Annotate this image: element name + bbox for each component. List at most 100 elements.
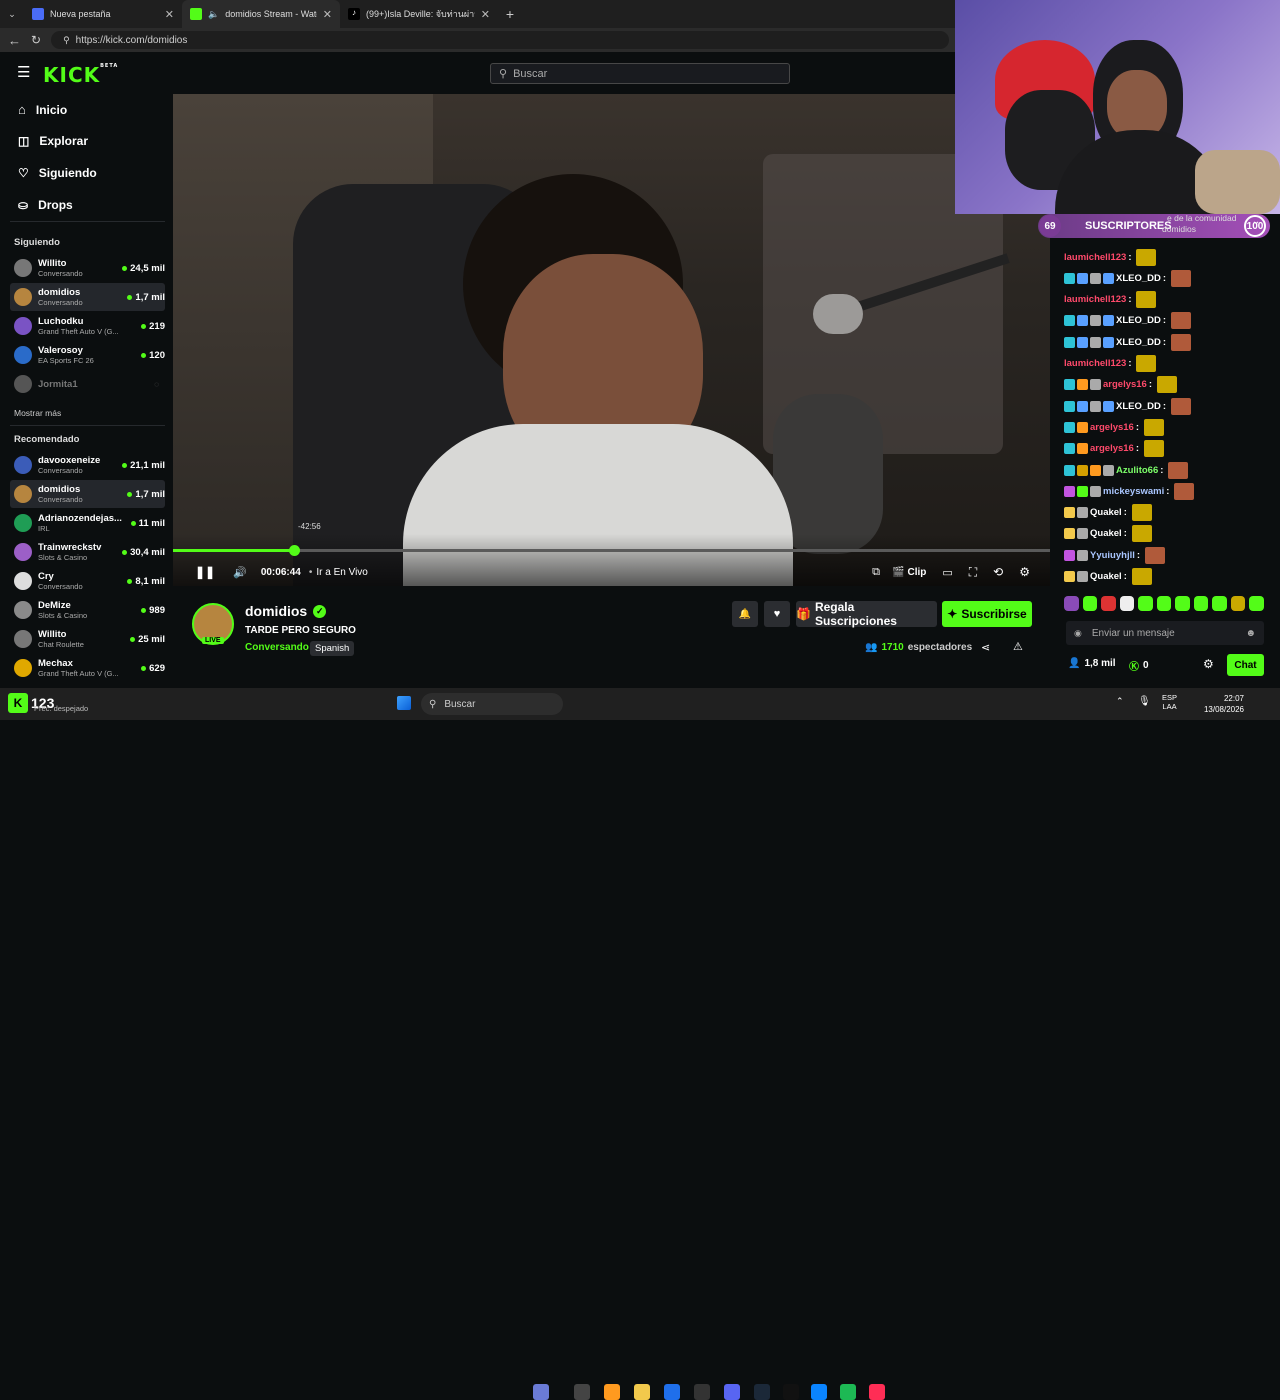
tiktok-icon[interactable] bbox=[869, 1384, 885, 1400]
chat-username[interactable]: XLEO_DD bbox=[1116, 273, 1161, 284]
chat-message[interactable]: Quakel: bbox=[1064, 525, 1152, 543]
chat-username[interactable]: Yyuiuyhjll bbox=[1090, 550, 1135, 561]
clock[interactable]: 22:07 13/08/2026 bbox=[1196, 693, 1244, 715]
sidebar-channel-luchodku[interactable]: Luchodku Grand Theft Auto V (G... 219 bbox=[10, 312, 165, 340]
language-indicator[interactable]: ESP LAA bbox=[1162, 693, 1177, 711]
chat-username[interactable]: XLEO_DD bbox=[1116, 315, 1161, 326]
nvidia-icon[interactable] bbox=[783, 1384, 799, 1400]
pause-icon[interactable]: ❚❚ bbox=[195, 565, 215, 579]
new-tab-plus-icon[interactable]: + bbox=[498, 0, 522, 28]
theater-mode-icon[interactable]: ▭ bbox=[942, 566, 952, 579]
chat-message[interactable]: XLEO_DD: bbox=[1064, 269, 1192, 287]
microphone-icon[interactable]: 🎙 bbox=[1138, 696, 1151, 707]
browser-tab-new[interactable]: Nueva pestaña ✕ bbox=[24, 0, 182, 28]
url-field[interactable]: ⚲ https://kick.com/domidios bbox=[51, 31, 949, 49]
close-tab-icon[interactable]: ✕ bbox=[481, 8, 490, 21]
kicks-count[interactable]: Ⓚ 0 bbox=[1129, 658, 1149, 673]
chat-message[interactable]: Yyuiuyhjll: bbox=[1064, 546, 1166, 564]
chat-username[interactable]: mickeyswami bbox=[1103, 486, 1164, 497]
chat-username[interactable]: Quakel bbox=[1090, 507, 1122, 518]
search-input[interactable]: ⚲ Buscar bbox=[490, 63, 790, 84]
sidebar-channel-adrianozendejas[interactable]: Adrianozendejas... IRL 11 mil bbox=[10, 509, 165, 537]
close-tab-icon[interactable]: ✕ bbox=[323, 8, 332, 21]
speaker-icon[interactable]: 🔈 bbox=[208, 9, 219, 20]
spotify-icon[interactable] bbox=[840, 1384, 856, 1400]
sidebar-channel-davooxeneize[interactable]: davooxeneize Conversando 21,1 mil bbox=[10, 451, 165, 479]
emote-icon[interactable] bbox=[1212, 596, 1227, 611]
emote-icon[interactable] bbox=[1230, 596, 1246, 611]
chat-username[interactable]: laumichell123 bbox=[1064, 252, 1126, 263]
nav-item-inicio[interactable]: ⌂ Inicio bbox=[18, 102, 67, 117]
chat-username[interactable]: laumichell123 bbox=[1064, 358, 1126, 369]
settings-gear-icon[interactable]: ⚙ bbox=[1019, 565, 1030, 579]
tab-list-chevron-icon[interactable]: ⌄ bbox=[0, 0, 24, 28]
video-player[interactable]: -42:56 bbox=[173, 94, 1050, 586]
store-icon[interactable] bbox=[664, 1384, 680, 1400]
mini-player-icon[interactable]: ⧉ bbox=[872, 566, 880, 579]
github-icon[interactable] bbox=[694, 1384, 710, 1400]
channel-name[interactable]: domidios bbox=[245, 603, 307, 619]
nav-item-drops[interactable]: ⛀ Drops bbox=[18, 198, 73, 212]
close-tab-icon[interactable]: ✕ bbox=[165, 8, 174, 21]
sidebar-channel-willito[interactable]: Willito Chat Roulette 25 mil bbox=[10, 625, 165, 653]
chat-username[interactable]: Azulito66 bbox=[1116, 465, 1158, 476]
hamburger-menu-icon[interactable]: ☰ bbox=[17, 65, 30, 80]
windows-start-icon[interactable] bbox=[397, 696, 411, 710]
send-chat-button[interactable]: Chat bbox=[1227, 654, 1264, 676]
sidebar-channel-demize[interactable]: DeMize Slots & Casino 989 bbox=[10, 596, 165, 624]
site-info-icon[interactable]: ⚲ bbox=[63, 35, 70, 46]
subscribe-button[interactable]: ✦ Suscribirse bbox=[942, 601, 1032, 627]
emote-icon[interactable] bbox=[1249, 596, 1265, 611]
sidebar-channel-willito[interactable]: Willito Conversando 24,5 mil bbox=[10, 254, 165, 282]
sidebar-channel-mechax[interactable]: Mechax Grand Theft Auto V (G... 629 bbox=[10, 654, 165, 682]
chat-message[interactable]: laumichell123: bbox=[1064, 355, 1157, 373]
copilot-icon[interactable] bbox=[604, 1384, 620, 1400]
emote-icon[interactable] bbox=[1138, 596, 1153, 611]
clip-icon[interactable]: 🎬 bbox=[892, 567, 904, 578]
chat-message[interactable]: laumichell123: bbox=[1064, 248, 1157, 266]
sidebar-channel-cry[interactable]: Cry Conversando 8,1 mil bbox=[10, 567, 165, 595]
games-icon[interactable] bbox=[533, 1384, 549, 1400]
steam-icon[interactable] bbox=[754, 1384, 770, 1400]
sidebar-channel-trainwreckstv[interactable]: Trainwreckstv Slots & Casino 30,4 mil bbox=[10, 538, 165, 566]
chat-message[interactable]: argelys16: bbox=[1064, 418, 1165, 436]
edge-icon[interactable] bbox=[811, 1384, 827, 1400]
chat-username[interactable]: argelys16 bbox=[1103, 379, 1147, 390]
emote-icon[interactable] bbox=[1156, 596, 1172, 611]
chat-message[interactable]: XLEO_DD: bbox=[1064, 312, 1192, 330]
emote-icon[interactable] bbox=[1119, 596, 1135, 611]
chat-message[interactable]: Azulito66: bbox=[1064, 461, 1189, 479]
chat-badge-icon[interactable]: ◉ bbox=[1074, 628, 1082, 639]
notification-bell-icon[interactable]: 🔔 bbox=[732, 601, 758, 627]
nav-item-explorar[interactable]: ◫ Explorar bbox=[18, 134, 88, 148]
emoji-icon[interactable]: ☻ bbox=[1245, 628, 1256, 639]
nav-item-siguiendo[interactable]: ♡ Siguiendo bbox=[18, 166, 97, 180]
reload-icon[interactable]: ↻ bbox=[31, 33, 41, 47]
share-icon[interactable]: ⋖ bbox=[981, 641, 990, 654]
chat-username[interactable]: XLEO_DD bbox=[1116, 401, 1161, 412]
show-more-link[interactable]: Mostrar más bbox=[14, 408, 61, 418]
go-live-button[interactable]: Ir a En Vivo bbox=[316, 567, 368, 578]
discord-icon[interactable] bbox=[724, 1384, 740, 1400]
report-warning-icon[interactable]: ⚠ bbox=[1013, 640, 1023, 653]
emote-icon[interactable] bbox=[1082, 596, 1098, 611]
browser-tab-tiktok[interactable]: ♪ (99+)Isla Deville: จับท่านผ่าน GTA 5 ✕ bbox=[340, 0, 498, 28]
chat-message[interactable]: argelys16: bbox=[1064, 376, 1178, 394]
volume-icon[interactable]: 🔊 bbox=[233, 566, 247, 579]
chat-username[interactable]: XLEO_DD bbox=[1116, 337, 1161, 348]
chat-message[interactable]: mickeyswami: bbox=[1064, 482, 1195, 500]
chat-username[interactable]: argelys16 bbox=[1090, 443, 1134, 454]
stream-category[interactable]: Conversando bbox=[245, 642, 309, 653]
chat-username[interactable]: Quakel bbox=[1090, 571, 1122, 582]
back-arrow-icon[interactable]: ← bbox=[8, 33, 21, 48]
taskbar-search[interactable]: ⚲ Buscar bbox=[421, 693, 563, 715]
sidebar-channel-domidios[interactable]: domidios Conversando 1,7 mil bbox=[10, 283, 165, 311]
task-view-icon[interactable] bbox=[574, 1384, 590, 1400]
language-tag[interactable]: Spanish bbox=[310, 641, 355, 656]
chat-settings-gear-icon[interactable]: ⚙ bbox=[1203, 657, 1214, 671]
sidebar-channel-jormita1[interactable]: Jormita1 ◌ bbox=[10, 370, 165, 398]
progress-scrubber[interactable] bbox=[289, 545, 300, 556]
browser-tab-kick[interactable]: 🔈 domidios Stream - Watch Live ✕ bbox=[182, 0, 340, 28]
chat-username[interactable]: argelys16 bbox=[1090, 422, 1134, 433]
chat-message[interactable]: Quakel: bbox=[1064, 568, 1152, 586]
